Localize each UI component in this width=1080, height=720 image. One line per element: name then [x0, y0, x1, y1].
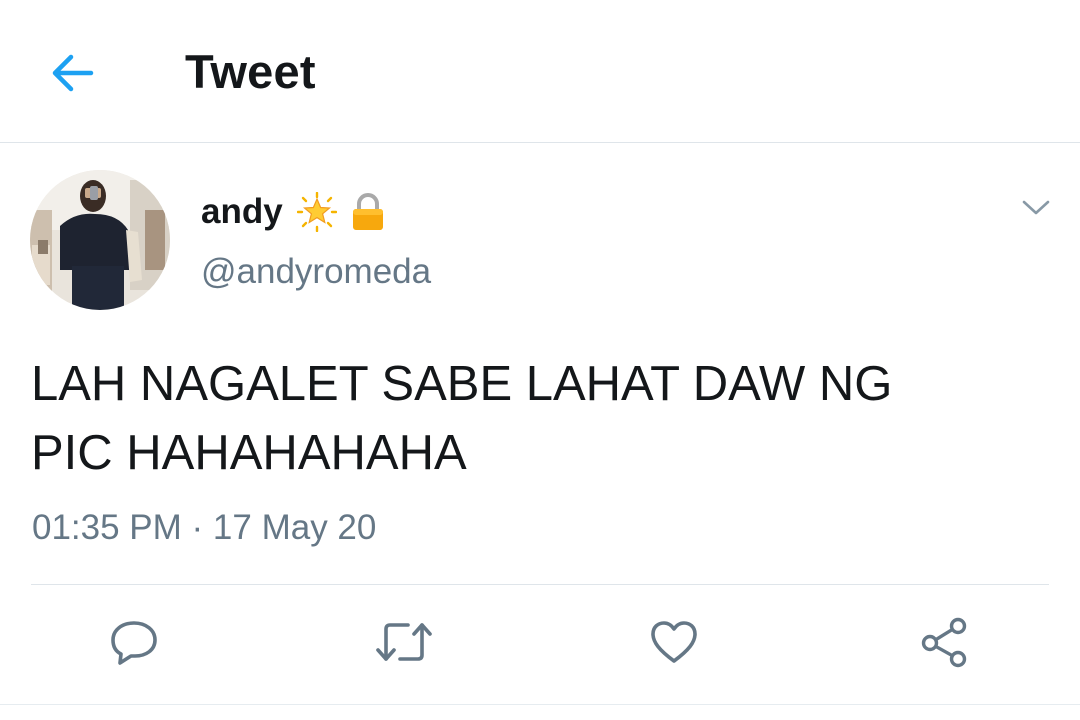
tweet-text-line: LAH NAGALET SABE LAHAT DAW NG: [31, 357, 893, 411]
avatar[interactable]: [30, 170, 170, 310]
back-button[interactable]: [44, 48, 100, 98]
display-name: andy: [201, 192, 283, 231]
retweet-icon: [376, 623, 432, 661]
reply-icon: [111, 621, 157, 665]
top-bar: Tweet: [0, 0, 1080, 143]
share-icon: [921, 617, 967, 668]
chevron-down-icon: [1022, 200, 1050, 215]
tweet-timestamp: 01:35 PM · 17 May 20: [32, 508, 377, 547]
author-name-row[interactable]: andy: [201, 188, 389, 236]
bottom-divider: [0, 704, 1080, 705]
heart-icon: [651, 621, 697, 663]
arrow-left-icon: [52, 54, 94, 92]
retweet-button[interactable]: [374, 614, 434, 670]
share-button[interactable]: [914, 614, 974, 670]
tweet-text-line: PIC HAHAHAHAHA: [31, 426, 467, 480]
lock-icon: [347, 190, 389, 234]
reply-button[interactable]: [104, 614, 164, 670]
glowing-star-icon: [295, 190, 339, 234]
tweet-menu-button[interactable]: [1016, 192, 1056, 224]
like-button[interactable]: [644, 614, 704, 670]
tweet-text: LAH NAGALET SABE LAHAT DAW NG PIC HAHAHA…: [31, 350, 1031, 488]
divider: [31, 584, 1049, 585]
page-title: Tweet: [185, 45, 316, 98]
user-handle[interactable]: @andyromeda: [201, 252, 431, 292]
